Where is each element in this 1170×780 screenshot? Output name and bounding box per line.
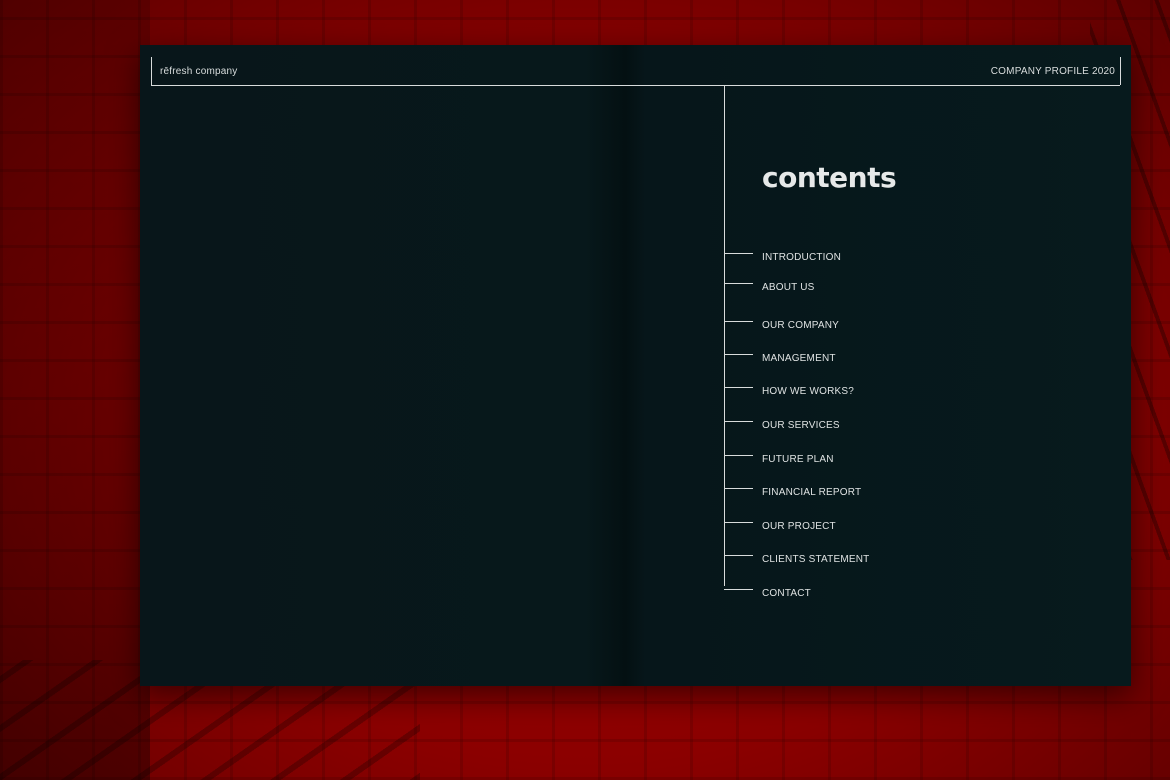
toc-tick bbox=[724, 554, 753, 556]
toc-item-our-project[interactable]: OUR PROJECT bbox=[724, 518, 836, 534]
toc-item-our-services[interactable]: OUR SERVICES bbox=[724, 417, 840, 433]
toc-label: CONTACT bbox=[762, 587, 811, 599]
document-title: COMPANY PROFILE 2020 bbox=[990, 66, 1115, 77]
toc-tick bbox=[724, 420, 753, 422]
toc-tick bbox=[724, 320, 753, 322]
toc-tick bbox=[724, 454, 753, 456]
header-right-tick bbox=[1120, 57, 1121, 85]
toc-tick bbox=[724, 386, 753, 388]
header-rule bbox=[151, 85, 1120, 86]
background-scene: rēfresh company COMPANY PROFILE 2020 con… bbox=[0, 0, 1170, 780]
toc-label: MANAGEMENT bbox=[762, 352, 836, 364]
toc-tick bbox=[724, 252, 753, 254]
brand-name: rēfresh company bbox=[160, 66, 238, 77]
toc-item-future-plan[interactable]: FUTURE PLAN bbox=[724, 451, 834, 467]
toc-tick bbox=[724, 282, 753, 284]
toc-item-clients-statement[interactable]: CLIENTS STATEMENT bbox=[724, 551, 869, 567]
toc-item-about-us[interactable]: ABOUT US bbox=[724, 279, 815, 295]
toc-label: ABOUT US bbox=[762, 281, 815, 293]
toc-item-management[interactable]: MANAGEMENT bbox=[724, 350, 836, 366]
toc-label: OUR PROJECT bbox=[762, 520, 836, 532]
toc-item-our-company[interactable]: OUR COMPANY bbox=[724, 317, 839, 333]
toc-item-introduction[interactable]: INTRODUCTION bbox=[724, 249, 841, 265]
contents-title: contents bbox=[762, 161, 897, 194]
toc-tick bbox=[724, 521, 753, 523]
toc-label: OUR COMPANY bbox=[762, 319, 840, 331]
contents-spine bbox=[724, 86, 725, 586]
toc-item-financial-report[interactable]: FINANCIAL REPORT bbox=[724, 484, 861, 500]
toc-item-contact[interactable]: CONTACT bbox=[724, 585, 811, 601]
toc-label: OUR SERVICES bbox=[762, 419, 840, 431]
toc-label: FINANCIAL REPORT bbox=[762, 486, 862, 498]
toc-label: FUTURE PLAN bbox=[762, 453, 834, 465]
toc-label: INTRODUCTION bbox=[762, 251, 842, 263]
brochure-spread: rēfresh company COMPANY PROFILE 2020 con… bbox=[140, 45, 1131, 686]
toc-label: HOW WE WORKS? bbox=[762, 385, 855, 397]
toc-item-how-we-works[interactable]: HOW WE WORKS? bbox=[724, 383, 854, 399]
toc-label: CLIENTS STATEMENT bbox=[762, 553, 870, 565]
toc-tick bbox=[724, 353, 753, 355]
header-left-tick bbox=[151, 57, 152, 85]
toc-tick bbox=[724, 588, 753, 590]
toc-tick bbox=[724, 487, 753, 489]
